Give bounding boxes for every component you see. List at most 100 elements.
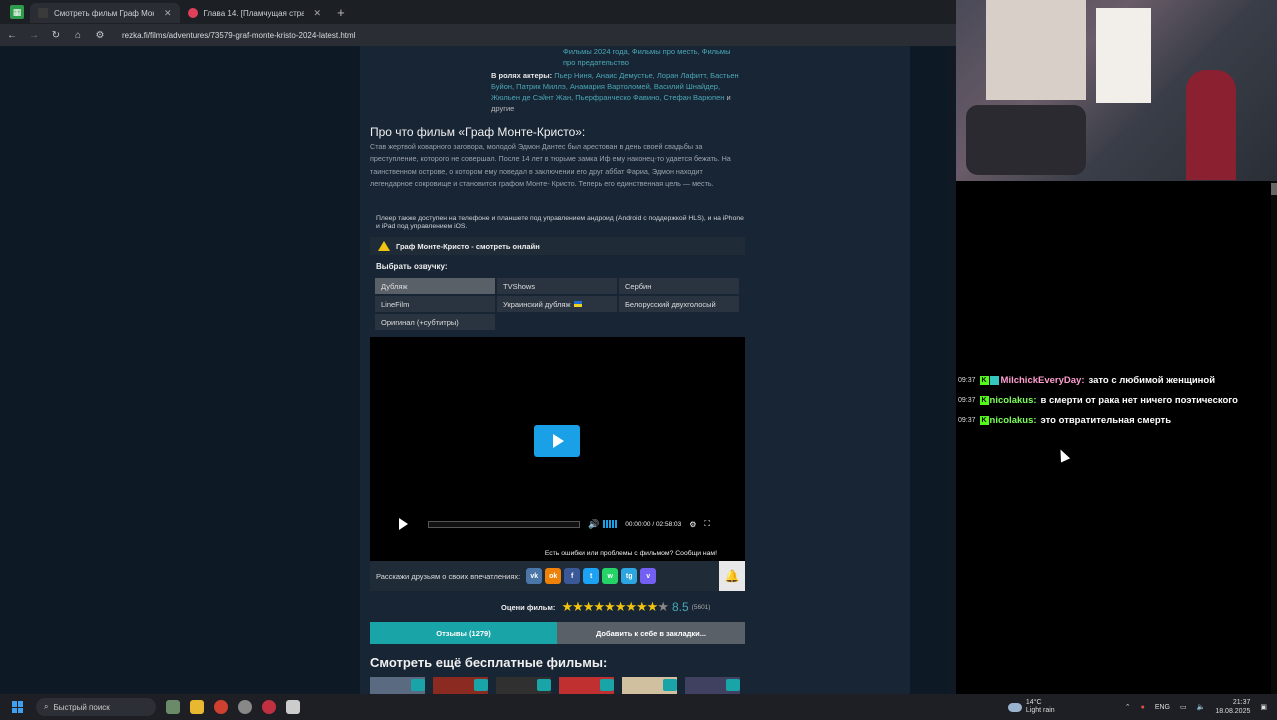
chat-text: это отвратительная смерть [1040, 415, 1172, 426]
microphone-icon[interactable]: ● [1141, 704, 1145, 711]
actors-block: В ролях актеры: Пьер Ниня, Анаис Демусть… [491, 70, 741, 114]
web-page: Фильмы 2024 года, Фильмы про месть, Филь… [0, 46, 956, 694]
costume-figure [1186, 70, 1236, 180]
camera-icon [411, 679, 425, 691]
back-arrow-icon[interactable]: ← [6, 30, 18, 41]
fullscreen-icon[interactable]: ⛶ [704, 519, 710, 529]
twitter-icon[interactable]: t [583, 568, 600, 584]
home-icon[interactable]: ⌂ [72, 30, 84, 41]
subscriber-badge-icon [989, 376, 999, 385]
voice-selector: Дубляж TVShows Сербин LineFilm Украински… [375, 278, 740, 330]
chat-username[interactable]: MilchickEveryDay: [1001, 375, 1085, 386]
big-play-button[interactable] [534, 425, 580, 457]
search-icon: ⌕ [44, 702, 49, 711]
chrome-icon[interactable] [214, 700, 228, 714]
notification-icon[interactable]: ▣ [1260, 703, 1267, 711]
settings-icon[interactable]: ⚙ [689, 520, 696, 529]
tab-movie[interactable]: Смотреть фильм Граф Монте- ✕ [30, 3, 180, 23]
play-icon[interactable] [399, 518, 408, 530]
facebook-icon[interactable]: f [564, 568, 581, 584]
whatsapp-icon[interactable]: w [602, 568, 619, 584]
rating-block: Оцени фильм: ★★★★★★★★★★ 8.5 (5601) [501, 599, 710, 615]
bookmark-button[interactable]: Добавить к себе в закладки... [557, 622, 745, 644]
player-note: Плеер также доступен на телефоне и планш… [376, 215, 744, 230]
voice-option[interactable]: Белорусский двухголосый [619, 296, 739, 312]
film-thumbnail[interactable] [433, 677, 488, 694]
tab-title: Глава 14. [Пламчущая страна ] [203, 8, 304, 18]
about-title: Про что фильм «Граф Монте-Кристо»: [370, 125, 586, 139]
telegram-icon[interactable]: tg [621, 568, 638, 584]
wall-poster [1096, 8, 1151, 103]
chat-message: 09:37 K MilchickEveryDay: зато с любимой… [958, 375, 1216, 386]
genre-tags[interactable]: Фильмы 2024 года, Фильмы про месть, Филь… [563, 46, 743, 68]
social-buttons: vk ok f t w tg v [526, 568, 657, 584]
cloud-rain-icon [1007, 702, 1022, 712]
speaker-icon[interactable]: 🔈 [1197, 703, 1206, 711]
page-scrollbar[interactable] [948, 46, 956, 694]
voice-option[interactable]: Сербин [619, 278, 739, 294]
progress-bar[interactable] [428, 520, 580, 528]
url-input[interactable]: rezka.fi/films/adventures/73579-graf-mon… [122, 31, 355, 40]
reviews-button[interactable]: Отзывы (1279) [370, 622, 557, 644]
voice-option[interactable]: LineFilm [375, 296, 495, 312]
reload-icon[interactable]: ↻ [50, 30, 62, 41]
sheets-app-icon[interactable]: ▦ [10, 5, 24, 19]
chevron-up-icon[interactable]: ⌃ [1125, 703, 1131, 711]
player-title: Граф Монте-Кристо - смотреть онлайн [396, 241, 540, 251]
film-thumbnail[interactable] [685, 677, 740, 694]
camera-icon [474, 679, 488, 691]
app-icon[interactable] [262, 700, 276, 714]
report-link[interactable]: Есть ошибки или проблемы с фильмом? Сооб… [545, 550, 717, 557]
network-icon[interactable]: ▭ [1180, 703, 1187, 711]
side-scrollbar[interactable] [1271, 181, 1277, 694]
clock[interactable]: 21:37 18.08.2025 [1215, 698, 1250, 716]
kick-badge-icon: K [979, 396, 989, 405]
windows-start-icon[interactable] [12, 701, 24, 713]
player-header: Граф Монте-Кристо - смотреть онлайн [370, 237, 745, 255]
film-thumbnail[interactable] [622, 677, 677, 694]
tune-icon[interactable]: ⚙ [94, 30, 106, 41]
share-bar: Расскажи друзьям о своих впечатлениях: v… [370, 561, 745, 591]
warning-icon [378, 241, 390, 251]
film-thumbnail[interactable] [496, 677, 551, 694]
tab-chapter[interactable]: Глава 14. [Пламчущая страна ] ✕ [180, 3, 330, 23]
app-icon[interactable] [238, 700, 252, 714]
rating-stars[interactable]: ★★★★★★★★★★ [561, 599, 669, 615]
chat-username[interactable]: nicolakus: [990, 395, 1037, 406]
ukraine-flag-icon [573, 301, 582, 307]
chat-text: в смерти от рака нет ничего поэтического [1040, 395, 1238, 406]
search-placeholder: Быстрый поиск [53, 702, 110, 712]
tab-favicon-icon [187, 8, 198, 18]
new-tab-button[interactable]: + [337, 5, 345, 20]
volume-slider[interactable] [603, 520, 618, 528]
wall-poster [986, 0, 1086, 100]
file-explorer-icon[interactable] [190, 700, 204, 714]
forward-arrow-icon[interactable]: → [28, 30, 40, 41]
widgets-icon[interactable] [166, 700, 180, 714]
weather-widget[interactable]: 14°C Light rain [1007, 699, 1055, 715]
voice-label: Выбрать озвучку: [376, 262, 448, 271]
rating-label: Оцени фильм: [501, 602, 556, 612]
more-films-row [370, 677, 740, 694]
chat-message: 09:37 K nicolakus: в смерти от рака нет … [958, 395, 1238, 406]
voice-option[interactable]: Дубляж [375, 278, 495, 294]
rating-value: 8.5 [671, 600, 689, 614]
voice-option[interactable]: Украинский дубляж [497, 296, 617, 312]
viber-icon[interactable]: v [640, 568, 657, 584]
video-player[interactable]: 🔊 00:00:00 / 02:58:03 ⚙ ⛶ Есть ошибки ил… [370, 337, 745, 561]
chat-username[interactable]: nicolakus: [990, 415, 1037, 426]
close-tab-icon[interactable]: ✕ [314, 8, 322, 19]
close-tab-icon[interactable]: ✕ [164, 8, 172, 19]
voice-option[interactable]: TVShows [497, 278, 617, 294]
taskbar-search[interactable]: ⌕ Быстрый поиск [36, 698, 156, 716]
film-thumbnail[interactable] [370, 677, 425, 694]
volume-icon[interactable]: 🔊 [588, 519, 599, 530]
language-indicator[interactable]: ENG [1155, 704, 1170, 711]
vk-icon[interactable]: vk [526, 568, 543, 584]
notification-bell-icon[interactable]: 🔔 [719, 561, 745, 591]
film-thumbnail[interactable] [559, 677, 614, 694]
camera-icon [726, 679, 740, 691]
voice-option[interactable]: Оригинал (+субтитры) [375, 314, 495, 330]
odnoklassniki-icon[interactable]: ok [545, 568, 562, 584]
app-icon[interactable] [286, 700, 300, 714]
